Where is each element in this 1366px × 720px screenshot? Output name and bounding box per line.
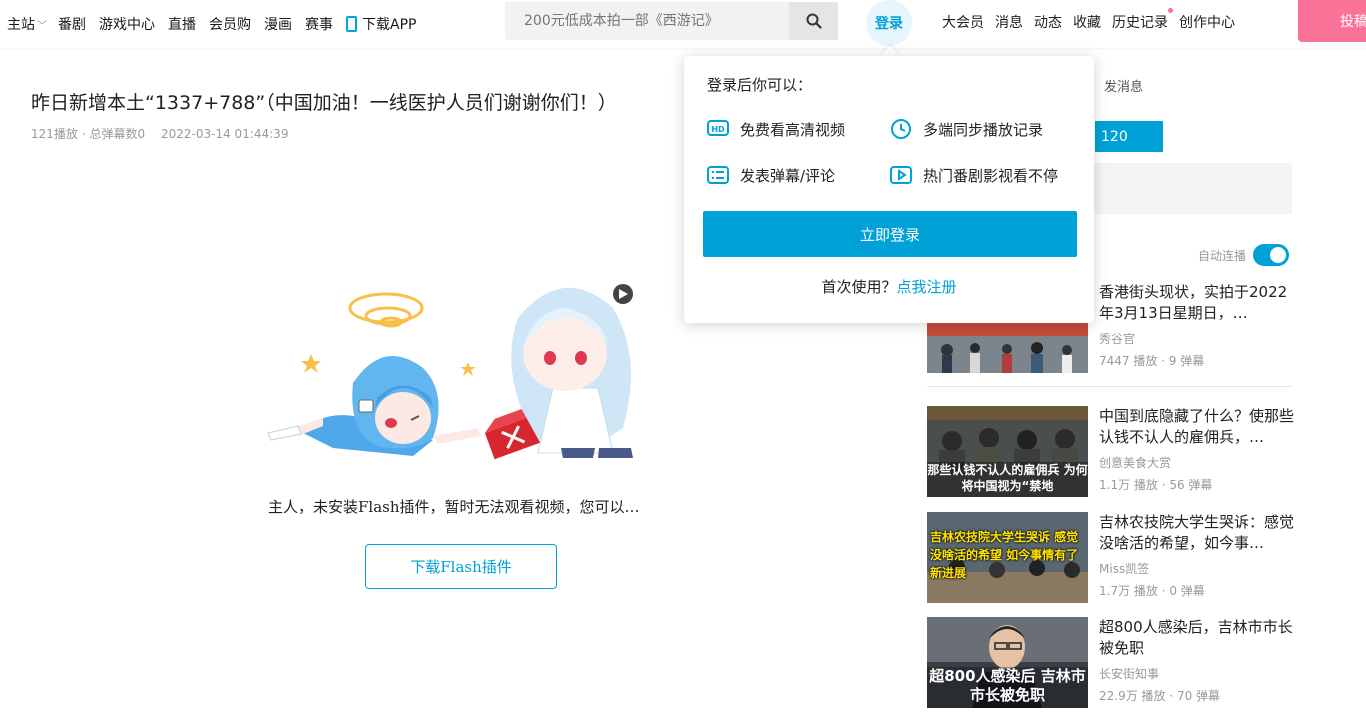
register-prompt: 首次使用？点我注册 [684,276,1094,297]
feature-danmaku: 发表弹幕/评论 [707,164,835,186]
nav-item-favorites[interactable]: 收藏 [1073,12,1101,32]
rec-title[interactable]: 超800人感染后，吉林市市长被免职 [1099,617,1295,659]
search-box [505,2,838,40]
chevron-down-icon: ﹀ [37,21,47,32]
feature-label: 热门番剧影视看不停 [923,166,1059,185]
rec-item[interactable]: 吉林农技院大学生哭诉 感觉没啥活的希望 如今事情有了新进展 吉林农技院大学生哭诉… [927,512,1297,604]
nav-item-games[interactable]: 游戏中心 [99,14,155,34]
divider [927,386,1292,387]
history-label: 历史记录 [1112,15,1168,31]
search-button[interactable] [789,2,838,40]
download-flash-button[interactable]: 下载Flash插件 [365,544,557,589]
rec-author[interactable]: Miss凯签 [1099,560,1149,577]
register-link[interactable]: 点我注册 [897,278,957,296]
search-input[interactable] [505,2,789,40]
nav-left: 主站 ﹀ 番剧 游戏中心 直播 会员购 漫画 赛事 下载APP [0,0,429,48]
nav-item-messages[interactable]: 消息 [995,12,1023,32]
view-count: 121播放 [31,127,78,141]
nav-item-vip[interactable]: 大会员 [942,12,984,32]
svg-text:HD: HD [711,125,725,134]
video-title: 昨日新增本土“1337+788”（中国加油！一线医护人员们谢谢你们！） [31,92,617,114]
popup-heading: 登录后你可以： [707,76,813,94]
street-thumbnail-image [927,322,1088,373]
thumbnail-caption: 超800人感染后 吉林市市长被免职 [929,667,1086,704]
nav-main-site[interactable]: 主站 ﹀ [7,14,47,34]
nav-item-shop[interactable]: 会员购 [209,14,251,34]
nav-item-live[interactable]: 直播 [168,14,196,34]
rec-author[interactable]: 秀谷官 [1099,330,1135,347]
login-now-button[interactable]: 立即登录 [703,211,1077,257]
flash-missing-illustration [267,284,633,460]
sidebar-placeholder-box [1093,163,1292,214]
nav-item-history[interactable]: 历史记录 [1112,8,1173,32]
phone-icon [346,16,357,32]
nav-download-app[interactable]: 下载APP [346,14,416,34]
rec-item[interactable]: 那些认钱不认人的雇佣兵 为何将中国视为“禁地 中国到底隐藏了什么？使那些认钱不认… [927,406,1297,498]
rec-item[interactable]: 超800人感染后 吉林市市长被免职 超800人感染后，吉林市市长被免职 长安街知… [927,617,1297,709]
hd-icon: HD [707,118,729,140]
top-nav-bar: 主站﹀ 番剧 游戏中心 直播 会员购 漫画 赛事 下载APP 登录 大会员 消息… [0,0,1366,48]
nav-item-creator[interactable]: 创作中心 [1179,12,1235,32]
clock-icon [890,118,912,140]
rec-title[interactable]: 吉林农技院大学生哭诉：感觉没啥活的希望，如今事… [1099,512,1295,554]
rec-title[interactable]: 香港街头现状，实拍于2022年3月13日星期日，… [1099,282,1295,324]
thumbnail-caption: 吉林农技院大学生哭诉 感觉没啥活的希望 如今事情有了新进展 [930,530,1079,580]
autoplay-control: 自动连播 [1198,244,1290,266]
rec-title[interactable]: 中国到底隐藏了什么？使那些认钱不认人的雇佣兵，… [1099,406,1295,448]
feature-anime: 热门番剧影视看不停 [890,164,1058,186]
nav-right: 大会员 消息 动态 收藏 历史记录 创作中心 [942,0,1246,44]
rec-stats: 1.1万 播放 · 56 弹幕 [1099,478,1213,492]
rec-thumbnail[interactable]: 那些认钱不认人的雇佣兵 为何将中国视为“禁地 [927,406,1088,497]
rec-stats: 1.7万 播放 · 0 弹幕 [1099,584,1205,598]
feature-hd: HD 免费看高清视频 [707,118,845,140]
rec-stats: 7447 播放 · 9 弹幕 [1099,354,1205,368]
rec-thumbnail[interactable]: 超800人感染后 吉林市市长被免职 [927,617,1088,708]
thumbnail-caption: 那些认钱不认人的雇佣兵 为何将中国视为“禁地 [927,463,1088,493]
rec-stats: 22.9万 播放 · 70 弹幕 [1099,689,1221,703]
login-popup: 登录后你可以： HD 免费看高清视频 多端同步播放记录 发表弹幕/评论 热门番剧… [684,56,1094,323]
feature-label: 发表弹幕/评论 [740,166,836,185]
feature-label: 多端同步播放记录 [923,120,1044,139]
feature-label: 免费看高清视频 [740,120,846,139]
list-icon [707,164,729,186]
notification-dot [1168,8,1173,13]
login-avatar-button[interactable]: 登录 [866,0,912,46]
publish-date: 2022-03-14 01:44:39 [161,127,289,141]
upload-button[interactable]: 投稿 [1298,0,1366,42]
nav-item-dynamics[interactable]: 动态 [1034,12,1062,32]
register-prompt-text: 首次使用？ [821,278,897,296]
follow-button[interactable]: 120 [1095,121,1163,152]
play-icon [890,164,912,186]
nav-item-events[interactable]: 赛事 [305,14,333,34]
search-icon [806,13,822,29]
rec-thumbnail[interactable] [927,322,1088,373]
download-app-label: 下载APP [362,17,417,33]
nav-main-label: 主站 [7,17,35,33]
autoplay-toggle[interactable] [1253,244,1290,266]
video-meta: 121播放 · 总弹幕数0 2022-03-14 01:44:39 [31,125,292,142]
rec-thumbnail[interactable]: 吉林农技院大学生哭诉 感觉没啥活的希望 如今事情有了新进展 [927,512,1088,603]
nav-item-anime[interactable]: 番剧 [58,14,86,34]
rec-author[interactable]: 长安街知事 [1099,665,1159,682]
rec-author[interactable]: 创意美食大赏 [1099,454,1171,471]
danmaku-count: · 总弹幕数0 [81,127,146,141]
autoplay-label: 自动连播 [1198,248,1247,263]
feature-sync: 多端同步播放记录 [890,118,1043,140]
send-message-link[interactable]: 发消息 [1104,76,1143,95]
flash-missing-message: 主人，未安装Flash插件，暂时无法观看视频，您可以… [268,498,640,516]
nav-item-manga[interactable]: 漫画 [264,14,292,34]
